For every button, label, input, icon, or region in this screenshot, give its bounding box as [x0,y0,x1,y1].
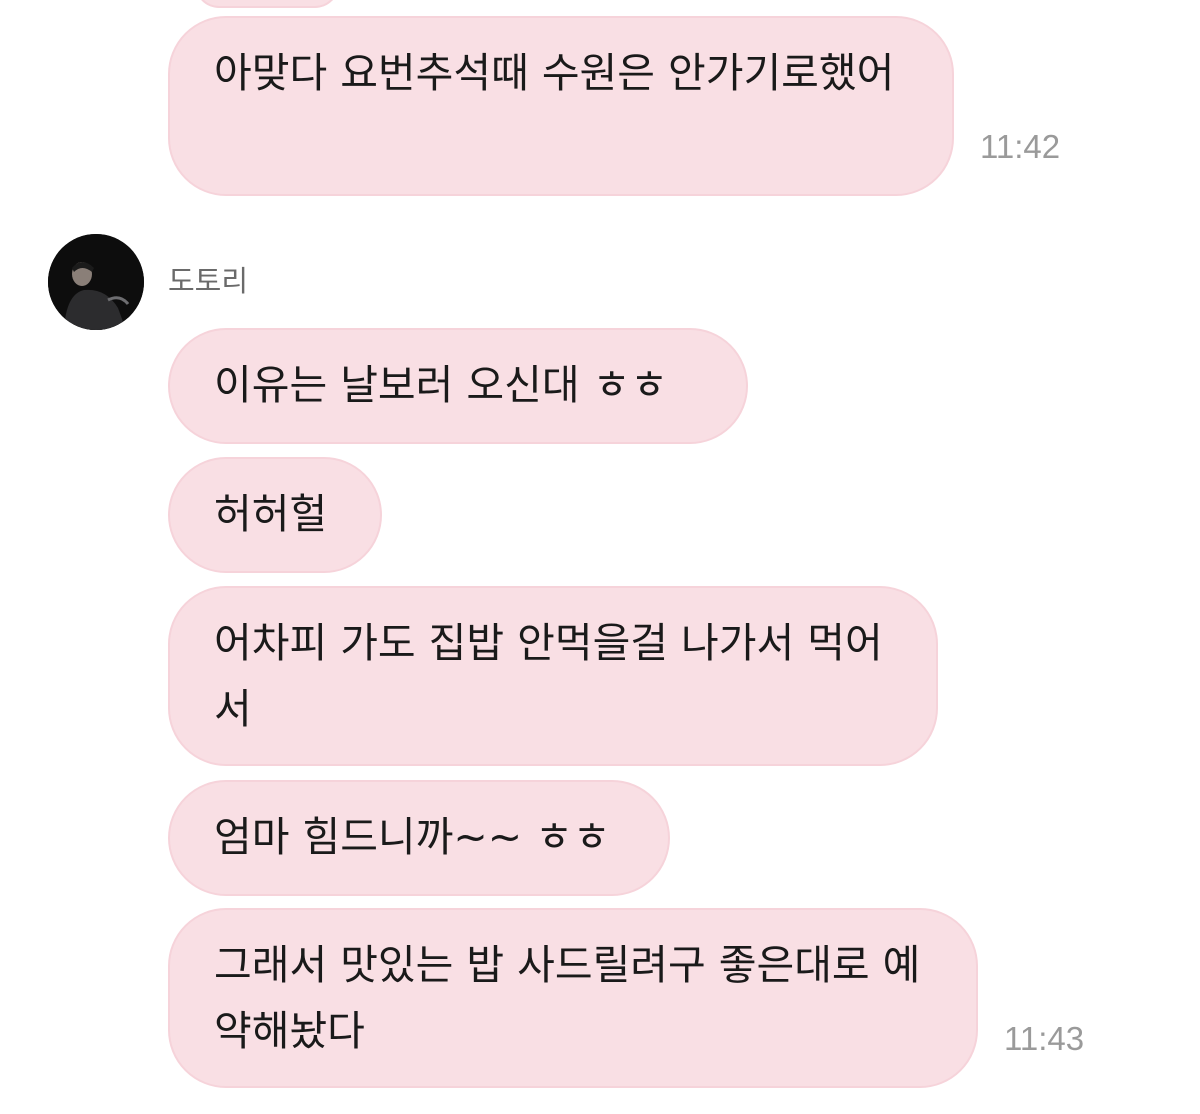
message-text: 그래서 맛있는 밥 사드릴려구 좋은대로 예약해놨다 [214,941,921,1055]
message-bubble[interactable]: 아맞다 요번추석때 수원은 안가기로했어 [168,16,954,196]
message-bubble[interactable]: 엄마 힘드니까~~ ㅎㅎ [168,780,670,896]
message-timestamp: 11:42 [980,128,1061,165]
message-bubble[interactable]: 그래서 맛있는 밥 사드릴려구 좋은대로 예약해놨다 [168,908,978,1088]
sender-avatar[interactable] [48,234,144,330]
person-photo-icon [48,234,144,330]
message-text: 아맞다 요번추석때 수원은 안가기로했어 [214,49,895,97]
message-bubble[interactable]: 어차피 가도 집밥 안먹을걸 나가서 먹어서 [168,586,938,766]
message-text: 엄마 힘드니까~~ ㅎㅎ [214,813,611,861]
message-text: 허허헐 [214,490,328,538]
message-bubble[interactable]: 허허헐 [168,457,382,573]
message-bubble[interactable]: 이유는 날보러 오신대 ㅎㅎ [168,328,748,444]
message-text: 이유는 날보러 오신대 ㅎㅎ [214,361,669,409]
message-timestamp: 11:43 [1004,1020,1085,1057]
sender-name: 도토리 [168,264,249,298]
message-text: 어차피 가도 집밥 안먹을걸 나가서 먹어서 [214,619,883,733]
previous-message-bubble-edge [195,0,339,8]
